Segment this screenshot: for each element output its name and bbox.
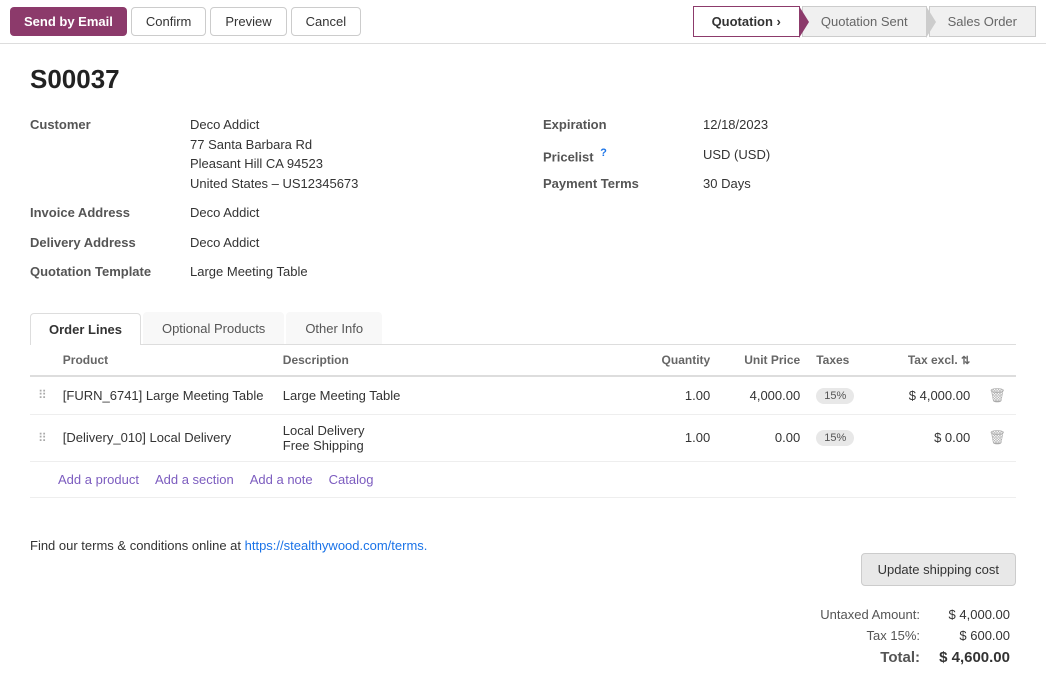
terms-text: Find our terms & conditions online at ht…	[30, 538, 1016, 553]
th-description: Description	[275, 345, 628, 376]
total-label: Total:	[814, 646, 926, 669]
status-step-quotation[interactable]: Quotation ›	[693, 6, 800, 37]
update-shipping-button[interactable]: Update shipping cost	[861, 553, 1016, 586]
catalog-link[interactable]: Catalog	[329, 472, 374, 487]
expiration-value: 12/18/2023	[703, 115, 768, 135]
tax-value: $ 600.00	[926, 625, 1016, 646]
invoice-address-row: Invoice Address Deco Addict	[30, 203, 503, 223]
tax-badge-1: 15%	[816, 388, 854, 404]
drag-handle[interactable]: ⠿	[30, 414, 55, 461]
payment-terms-value: 30 Days	[703, 174, 751, 194]
confirm-button[interactable]: Confirm	[131, 7, 207, 36]
add-product-link[interactable]: Add a product	[58, 472, 139, 487]
total-row: Total: $ 4,600.00	[814, 646, 1016, 669]
page-title: S00037	[30, 64, 1016, 95]
preview-button[interactable]: Preview	[210, 7, 286, 36]
pricelist-row: Pricelist ? USD (USD)	[543, 145, 1016, 165]
delete-cell-1: 🗑	[978, 376, 1016, 415]
form-col-right: Expiration 12/18/2023 Pricelist ? USD (U…	[543, 115, 1016, 292]
customer-name: Deco Addict	[190, 115, 358, 135]
delivery-address-label: Delivery Address	[30, 233, 190, 250]
delivery-address-value: Deco Addict	[190, 233, 259, 253]
add-note-link[interactable]: Add a note	[250, 472, 313, 487]
tax-row: Tax 15%: $ 600.00	[814, 625, 1016, 646]
toolbar: Send by Email Confirm Preview Cancel Quo…	[0, 0, 1046, 44]
tab-optional-products[interactable]: Optional Products	[143, 312, 284, 344]
product-cell-2: [Delivery_010] Local Delivery	[55, 414, 275, 461]
add-section-link[interactable]: Add a section	[155, 472, 234, 487]
tax-cell-1: 15%	[808, 376, 878, 415]
expiration-row: Expiration 12/18/2023	[543, 115, 1016, 135]
table-row: ⠿ [FURN_6741] Large Meeting Table Large …	[30, 376, 1016, 415]
main-content: S00037 Customer Deco Addict 77 Santa Bar…	[0, 44, 1046, 518]
table-row: ⠿ [Delivery_010] Local Delivery Local De…	[30, 414, 1016, 461]
customer-addr1: 77 Santa Barbara Rd	[190, 135, 358, 155]
status-bar: Quotation › Quotation Sent Sales Order	[693, 6, 1036, 37]
status-step-quotation-sent[interactable]: Quotation Sent	[802, 6, 927, 37]
payment-terms-label: Payment Terms	[543, 174, 703, 191]
quotation-template-value: Large Meeting Table	[190, 262, 308, 282]
form-col-left: Customer Deco Addict 77 Santa Barbara Rd…	[30, 115, 503, 292]
th-delete	[978, 345, 1016, 376]
tax-excl-cell-1: $ 4,000.00	[878, 376, 978, 415]
pricelist-value: USD (USD)	[703, 145, 770, 165]
description-cell-1: Large Meeting Table	[275, 376, 628, 415]
invoice-address-label: Invoice Address	[30, 203, 190, 220]
tax-excl-cell-2: $ 0.00	[878, 414, 978, 461]
delete-row-1-button[interactable]: 🗑	[986, 385, 1008, 406]
quotation-template-label: Quotation Template	[30, 262, 190, 279]
add-links: Add a product Add a section Add a note C…	[30, 462, 1016, 498]
status-step-sales-order[interactable]: Sales Order	[929, 6, 1036, 37]
delete-cell-2: 🗑	[978, 414, 1016, 461]
product-cell-1: [FURN_6741] Large Meeting Table	[55, 376, 275, 415]
order-table: Product Description Quantity Unit Price …	[30, 345, 1016, 462]
th-tax-excl: Tax excl. ⇅	[878, 345, 978, 376]
terms-link[interactable]: https://stealthywood.com/terms.	[245, 538, 428, 553]
th-quantity: Quantity	[628, 345, 718, 376]
customer-label: Customer	[30, 115, 190, 132]
unit-price-cell-2: 0.00	[718, 414, 808, 461]
payment-terms-row: Payment Terms 30 Days	[543, 174, 1016, 194]
tabs: Order Lines Optional Products Other Info	[30, 312, 1016, 345]
th-taxes: Taxes	[808, 345, 878, 376]
quantity-cell-1: 1.00	[628, 376, 718, 415]
quantity-cell-2: 1.00	[628, 414, 718, 461]
tab-other-info[interactable]: Other Info	[286, 312, 382, 344]
customer-addr2: Pleasant Hill CA 94523	[190, 154, 358, 174]
pricelist-label: Pricelist ?	[543, 145, 703, 164]
footer-section: Find our terms & conditions online at ht…	[0, 518, 1046, 689]
table-header-row: Product Description Quantity Unit Price …	[30, 345, 1016, 376]
column-settings-icon[interactable]: ⇅	[961, 355, 970, 367]
delivery-address-row: Delivery Address Deco Addict	[30, 233, 503, 253]
invoice-address-value: Deco Addict	[190, 203, 259, 223]
drag-handle[interactable]: ⠿	[30, 376, 55, 415]
tax-label: Tax 15%:	[814, 625, 926, 646]
expiration-label: Expiration	[543, 115, 703, 132]
send-email-button[interactable]: Send by Email	[10, 7, 127, 36]
untaxed-amount-row: Untaxed Amount: $ 4,000.00	[814, 604, 1016, 625]
quotation-template-row: Quotation Template Large Meeting Table	[30, 262, 503, 282]
total-value: $ 4,600.00	[926, 646, 1016, 669]
customer-row: Customer Deco Addict 77 Santa Barbara Rd…	[30, 115, 503, 193]
tax-badge-2: 15%	[816, 430, 854, 446]
totals: Untaxed Amount: $ 4,000.00 Tax 15%: $ 60…	[814, 604, 1016, 669]
delete-row-2-button[interactable]: 🗑	[986, 427, 1008, 448]
form-grid: Customer Deco Addict 77 Santa Barbara Rd…	[30, 115, 1016, 292]
pricelist-help-icon[interactable]: ?	[600, 147, 607, 159]
untaxed-amount-value: $ 4,000.00	[926, 604, 1016, 625]
tab-order-lines[interactable]: Order Lines	[30, 313, 141, 345]
customer-value: Deco Addict 77 Santa Barbara Rd Pleasant…	[190, 115, 358, 193]
th-drag	[30, 345, 55, 376]
th-product: Product	[55, 345, 275, 376]
customer-addr3: United States – US12345673	[190, 174, 358, 194]
cancel-button[interactable]: Cancel	[291, 7, 361, 36]
untaxed-amount-label: Untaxed Amount:	[814, 604, 926, 625]
th-unit-price: Unit Price	[718, 345, 808, 376]
tax-cell-2: 15%	[808, 414, 878, 461]
description-cell-2: Local DeliveryFree Shipping	[275, 414, 628, 461]
unit-price-cell-1: 4,000.00	[718, 376, 808, 415]
